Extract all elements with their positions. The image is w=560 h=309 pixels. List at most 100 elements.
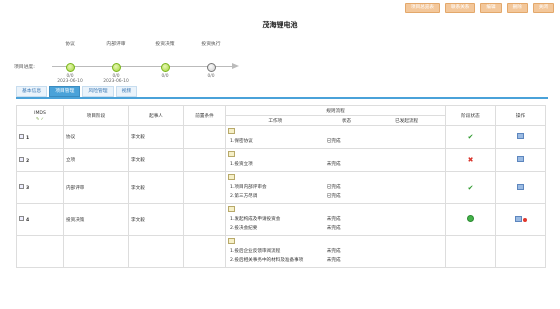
work-item-approver bbox=[368, 246, 443, 255]
note-icon[interactable] bbox=[228, 174, 235, 180]
work-item-approver bbox=[368, 191, 443, 200]
work-item-name[interactable]: 1.投后企业反馈审阅流程 bbox=[228, 246, 325, 255]
delete-icon[interactable] bbox=[522, 217, 527, 222]
toolbar-button[interactable]: 联系关系 bbox=[445, 3, 476, 13]
stage-status-cell: ✔ bbox=[445, 171, 496, 204]
work-item-name[interactable]: 2.投后相关事务中的材料及准备事项 bbox=[228, 255, 325, 264]
document-icon[interactable] bbox=[514, 215, 522, 222]
initiator-name bbox=[128, 235, 184, 268]
work-item-name[interactable]: 1.保密协议 bbox=[228, 136, 325, 145]
flow-cell: 1.保密协议 已完成 bbox=[225, 125, 446, 149]
flow-cell: 1.投后企业反馈审阅流程 未完成 2.投后相关事务中的材料及准备事项 未完成 bbox=[225, 235, 446, 268]
col-status-header: 状态 bbox=[341, 118, 352, 124]
toolbar-button[interactable]: 删除 bbox=[506, 3, 528, 13]
work-item-status: 未完成 bbox=[326, 257, 341, 263]
tab-bar: 基本信息 项目管理 风险管理 视频 bbox=[16, 86, 138, 97]
flow-cell: 1.投资立项 未完成 bbox=[225, 148, 446, 172]
work-item-name[interactable]: 1.项目内部评审会 bbox=[228, 182, 325, 191]
work-item-status: 未完成 bbox=[326, 248, 341, 254]
table-row[interactable]: 3 内部评审 李文毅 1.项目内部评审会 已完成 2.第三方尽调 已完成 ✔ bbox=[16, 171, 546, 204]
ops-cell bbox=[495, 171, 546, 204]
table-row[interactable]: 1 协议 李文毅 1.保密协议 已完成 ✔ bbox=[16, 125, 546, 149]
col-ids-header: IMDS ✎ ✓ bbox=[16, 105, 64, 126]
work-item-row: 1.项目内部评审会 已完成 bbox=[228, 182, 443, 191]
note-icon[interactable] bbox=[228, 238, 235, 244]
row-number-cell: 2 bbox=[16, 148, 64, 172]
work-item-status: 已完成 bbox=[326, 193, 341, 199]
precondition-cell bbox=[183, 171, 226, 204]
tab-3[interactable]: 视频 bbox=[115, 86, 138, 97]
col-initiator-header: 起事人 bbox=[128, 105, 184, 126]
row-checkbox[interactable] bbox=[19, 184, 24, 189]
row-number: 3 bbox=[26, 186, 30, 191]
stage-panel: IMDS ✎ ✓ 项目阶段 起事人 前置条件 规则流程 阶段状态 操作 工作项 … bbox=[16, 97, 548, 309]
in-progress-icon bbox=[467, 215, 474, 222]
col-stage-header: 项目阶段 bbox=[63, 105, 129, 126]
row-number: 2 bbox=[26, 158, 30, 164]
table-row[interactable]: 1.投后企业反馈审阅流程 未完成 2.投后相关事务中的材料及准备事项 未完成 bbox=[16, 235, 546, 268]
document-icon[interactable] bbox=[517, 133, 524, 139]
step-done-icon bbox=[160, 63, 170, 72]
work-item-row: 2.投决会纪要 未完成 bbox=[228, 223, 443, 232]
work-item-row: 2.投后相关事务中的材料及准备事项 未完成 bbox=[228, 255, 443, 264]
check-icon: ✔ bbox=[467, 133, 474, 141]
document-icon[interactable] bbox=[517, 183, 524, 190]
row-number-cell: 1 bbox=[16, 125, 64, 149]
toolbar-button[interactable]: 关闭 bbox=[532, 3, 554, 13]
tab-0[interactable]: 基本信息 bbox=[16, 86, 48, 97]
col-approver-header: 已发起流程 bbox=[395, 118, 419, 124]
stage-status-cell bbox=[445, 203, 496, 236]
work-item-name[interactable]: 1.投资立项 bbox=[228, 159, 325, 168]
tab-2[interactable]: 风险管理 bbox=[82, 86, 114, 97]
row-checkbox[interactable] bbox=[19, 156, 24, 162]
step-pending-icon bbox=[206, 63, 216, 72]
header-select-icons[interactable]: ✎ ✓ bbox=[19, 116, 61, 121]
work-item-list: 1.项目内部评审会 已完成 2.第三方尽调 已完成 bbox=[228, 182, 443, 200]
top-toolbar: 项目总览表 联系关系 编辑 删除 关闭 bbox=[405, 3, 554, 13]
precondition-cell bbox=[183, 203, 226, 236]
work-item-approver bbox=[368, 182, 443, 191]
flow-subheader: 工作项 状态 已发起流程 bbox=[225, 115, 446, 126]
note-icon[interactable] bbox=[228, 128, 235, 134]
initiator-name: 李文毅 bbox=[128, 171, 184, 204]
initiator-name: 李文毅 bbox=[128, 203, 184, 236]
step-done-icon bbox=[65, 63, 75, 72]
work-item-row: 1.发起构成及申请投资会 未完成 bbox=[228, 214, 443, 223]
row-checkbox[interactable] bbox=[19, 133, 24, 139]
work-item-approver bbox=[368, 214, 443, 223]
work-item-approver bbox=[368, 223, 443, 232]
work-item-row: 1.投资立项 未完成 bbox=[228, 159, 443, 168]
work-item-name[interactable]: 2.第三方尽调 bbox=[228, 191, 325, 200]
note-icon[interactable] bbox=[228, 206, 235, 212]
precondition-cell bbox=[183, 235, 226, 268]
step-name: 投资执行 bbox=[201, 42, 221, 47]
work-item-list: 1.投资立项 未完成 bbox=[228, 159, 443, 168]
work-item-status: 已完成 bbox=[326, 184, 341, 190]
work-item-list: 1.发起构成及申请投资会 未完成 2.投决会纪要 未完成 bbox=[228, 214, 443, 232]
ops-cell bbox=[495, 125, 546, 149]
tab-1[interactable]: 项目管理 bbox=[49, 86, 81, 97]
table-row[interactable]: 4 投资决策 李文毅 1.发起构成及申请投资会 未完成 2.投决会纪要 未完成 bbox=[16, 203, 546, 236]
work-item-status: 已完成 bbox=[326, 138, 341, 144]
flow-cell: 1.发起构成及申请投资会 未完成 2.投决会纪要 未完成 bbox=[225, 203, 446, 236]
toolbar-button[interactable]: 项目总览表 bbox=[405, 3, 440, 13]
row-checkbox[interactable] bbox=[19, 216, 24, 221]
row-number-cell: 4 bbox=[16, 203, 64, 236]
row-number: 1 bbox=[26, 135, 30, 141]
stage-name bbox=[63, 235, 129, 268]
stage-name: 投资决策 bbox=[63, 203, 129, 236]
work-item-name[interactable]: 1.发起构成及申请投资会 bbox=[228, 214, 325, 223]
work-item-name[interactable]: 2.投决会纪要 bbox=[228, 223, 325, 232]
toolbar-button[interactable]: 编辑 bbox=[480, 3, 502, 13]
precondition-cell bbox=[183, 125, 226, 149]
document-icon[interactable] bbox=[517, 156, 524, 162]
col-precondition-header: 前置条件 bbox=[183, 105, 226, 126]
work-item-status: 未完成 bbox=[326, 161, 341, 167]
step-done-icon bbox=[111, 63, 121, 72]
table-row[interactable]: 2 立项 李文毅 1.投资立项 未完成 ✖ bbox=[16, 148, 546, 172]
work-item-row: 1.保密协议 已完成 bbox=[228, 136, 443, 145]
row-number-cell: 3 bbox=[16, 171, 64, 204]
work-item-status: 未完成 bbox=[326, 225, 341, 231]
note-icon[interactable] bbox=[228, 151, 235, 157]
work-item-row: 2.第三方尽调 已完成 bbox=[228, 191, 443, 200]
